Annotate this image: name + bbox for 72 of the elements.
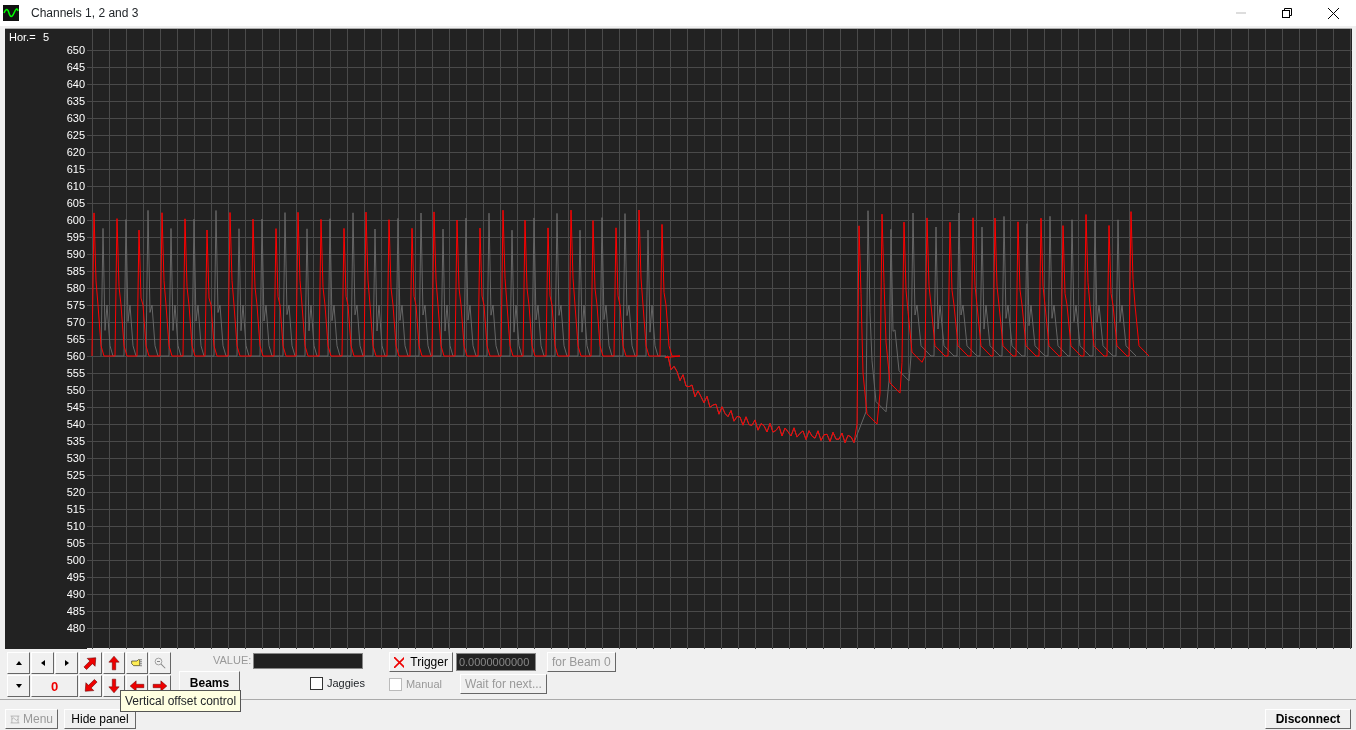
y-axis-label: 505: [66, 537, 85, 549]
y-axis-label: 525: [66, 469, 85, 481]
y-axis-label: 635: [66, 95, 85, 107]
window-title: Channels 1, 2 and 3: [31, 5, 139, 22]
value-label: VALUE:: [213, 653, 252, 669]
pointing-hand-icon: [131, 656, 143, 670]
y-axis-label: 645: [66, 61, 85, 73]
y-axis-label: 560: [66, 350, 85, 362]
app-icon: [3, 5, 19, 21]
zoom-icon: [154, 655, 166, 671]
y-axis-label: 495: [66, 571, 85, 583]
horizontal-scale-label: Hor.=: [9, 31, 36, 43]
arrow-down-button[interactable]: [103, 675, 125, 697]
y-axis-label: 550: [66, 384, 85, 396]
y-axis-label: 595: [66, 231, 85, 243]
y-axis-label: 500: [66, 554, 85, 566]
trigger-value-field[interactable]: 0.0000000000: [455, 653, 536, 671]
y-axis-label: 555: [66, 367, 85, 379]
hide-panel-button[interactable]: Hide panel: [64, 709, 136, 729]
pointing-hand-button[interactable]: [126, 652, 148, 674]
scroll-left-icon: [39, 660, 46, 666]
y-axis-label: 510: [66, 520, 85, 532]
y-axis-label: 605: [66, 197, 85, 209]
y-axis-label: 585: [66, 265, 85, 277]
y-axis-label: 480: [66, 622, 85, 634]
trigger-button[interactable]: Trigger: [388, 652, 453, 672]
scroll-up-icon: [15, 660, 22, 666]
y-axis-label: 650: [66, 44, 85, 56]
y-axis-label: 530: [66, 452, 85, 464]
jaggies-checkbox[interactable]: Jaggies: [310, 674, 365, 692]
y-axis-label: 565: [66, 333, 85, 345]
y-axis-label: 640: [66, 78, 85, 90]
y-axis-label: 545: [66, 401, 85, 413]
y-axis-label: 580: [66, 282, 85, 294]
scroll-left-button[interactable]: [31, 652, 54, 674]
value-field[interactable]: [253, 652, 364, 669]
scroll-right-button[interactable]: [55, 652, 78, 674]
y-axis-label: 535: [66, 435, 85, 447]
restore-icon: [1282, 8, 1292, 18]
scroll-down-icon: [15, 683, 22, 689]
arrow-up-icon: [108, 655, 120, 671]
close-icon: [1327, 7, 1339, 19]
y-axis-label: 625: [66, 129, 85, 141]
arrow-up-button[interactable]: [103, 652, 125, 674]
y-axis-label: 600: [66, 214, 85, 226]
offset-counter[interactable]: 0: [31, 675, 78, 697]
y-axis-label: 485: [66, 605, 85, 617]
arrow-up-right-button[interactable]: [79, 652, 102, 674]
scroll-down-button[interactable]: [7, 675, 30, 697]
arrow-left-icon: [129, 680, 145, 692]
y-axis-label: 490: [66, 588, 85, 600]
arrow-down-icon: [108, 678, 120, 694]
y-axis-label: 575: [66, 299, 85, 311]
y-axis-label: 620: [66, 146, 85, 158]
tooltip: Vertical offset control: [120, 690, 242, 712]
menu-icon: [10, 712, 20, 726]
zoom-button[interactable]: [149, 652, 171, 674]
scroll-right-icon: [63, 660, 70, 666]
y-axis-label: 570: [66, 316, 85, 328]
y-axis-label: 610: [66, 180, 85, 192]
y-axis-label: 540: [66, 418, 85, 430]
y-axis-label: 615: [66, 163, 85, 175]
arrow-right-icon: [152, 680, 168, 692]
horizontal-scale-value: 5: [43, 31, 50, 43]
y-axis-label: 590: [66, 248, 85, 260]
x-icon: [393, 656, 405, 668]
y-axis-label: 520: [66, 486, 85, 498]
y-axis-label: 515: [66, 503, 85, 515]
arrow-down-left-button[interactable]: [79, 675, 102, 697]
y-axis-label: 630: [66, 112, 85, 124]
scroll-up-button[interactable]: [7, 652, 30, 674]
disconnect-button[interactable]: Disconnect: [1265, 709, 1351, 729]
